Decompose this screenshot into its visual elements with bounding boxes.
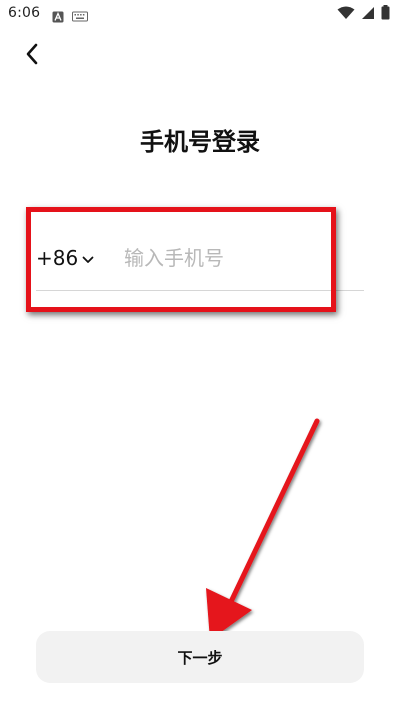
chevron-left-icon [25,43,39,69]
page-title: 手机号登录 [140,128,260,156]
phone-input-row: +86 [36,236,364,291]
annotation-arrow [206,418,320,640]
battery-icon [381,5,390,24]
status-time: 6:06 [8,5,41,21]
back-button[interactable] [18,42,46,70]
notification-a-icon [52,8,64,27]
signal-icon [361,5,375,24]
country-code-selector[interactable]: +86 [36,244,94,272]
keyboard-icon [72,8,88,27]
chevron-down-icon [82,249,94,268]
status-right [337,5,390,24]
country-code-label: +86 [36,246,79,270]
phone-number-input[interactable] [124,242,354,274]
next-button[interactable]: 下一步 [36,631,364,683]
status-bar: 6:06 [0,0,400,28]
wifi-icon [337,5,355,24]
